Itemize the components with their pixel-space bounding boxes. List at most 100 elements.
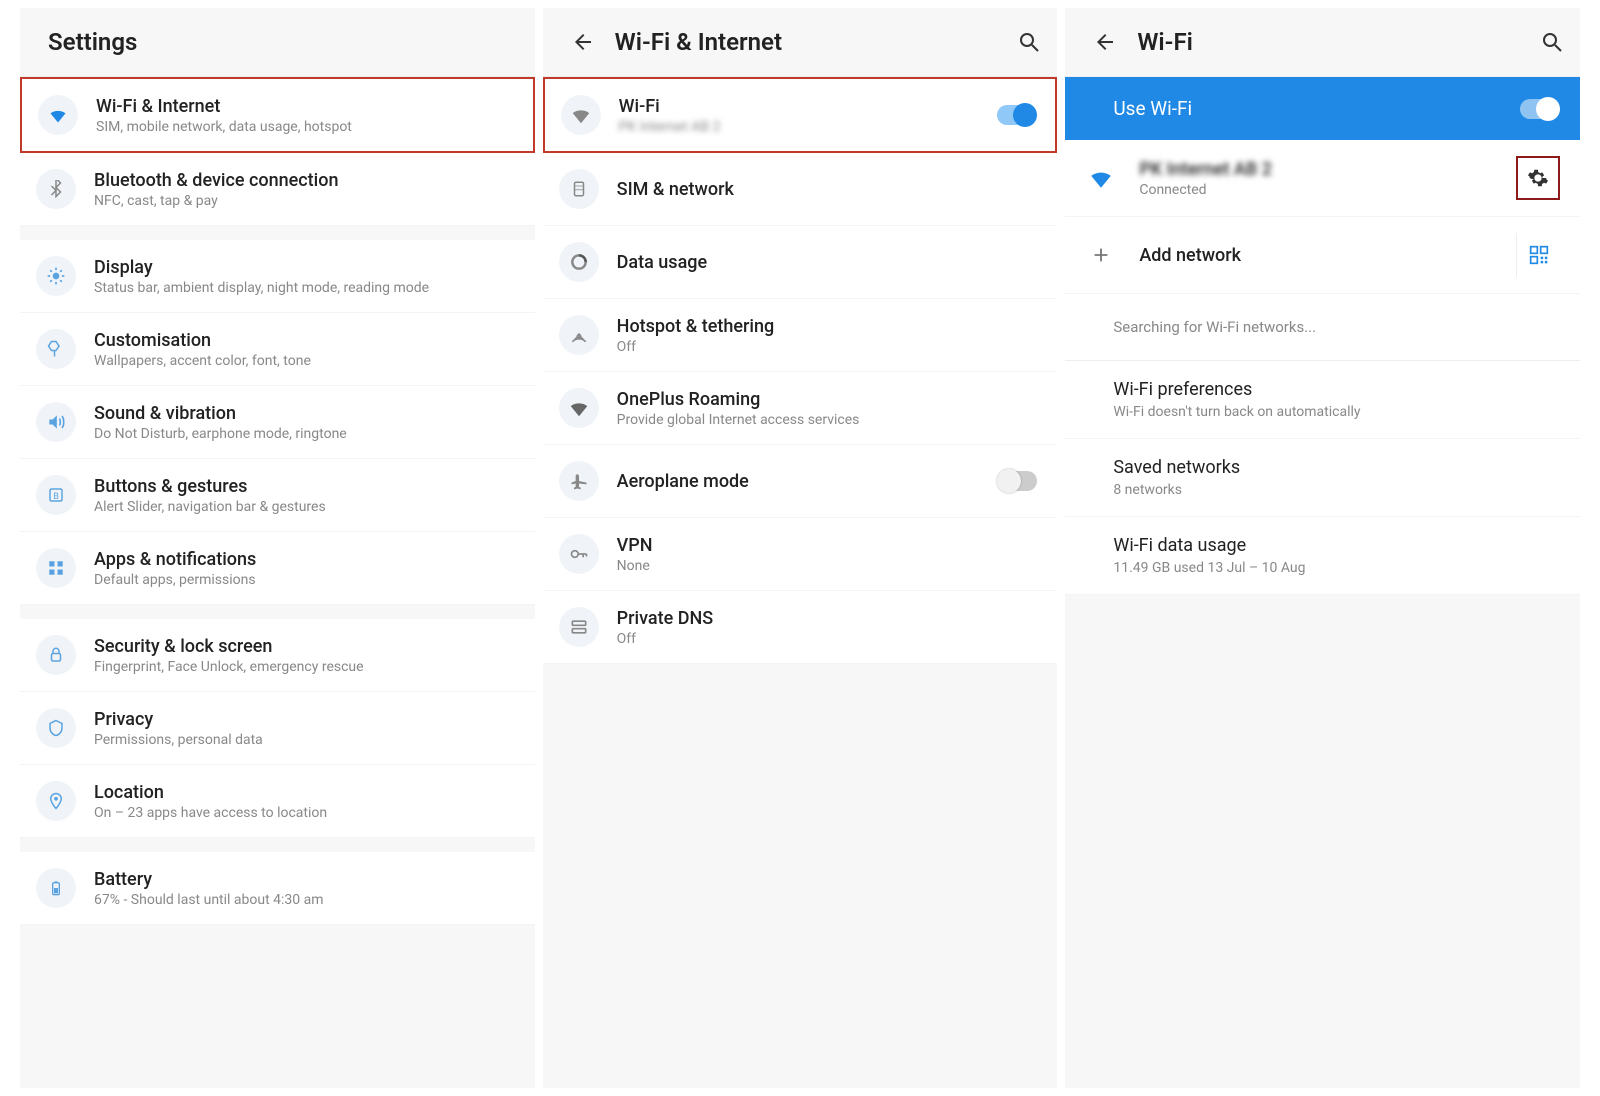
buttons-icon: B <box>36 475 76 515</box>
wifi-preferences-row[interactable]: Wi-Fi preferences Wi-Fi doesn't turn bac… <box>1065 361 1580 439</box>
label: Wi-Fi preferences <box>1113 379 1560 400</box>
panel-wifi-internet: Wi-Fi & Internet Wi-Fi PK Internet AB 2 SI… <box>543 8 1058 1088</box>
data-usage-icon <box>559 242 599 282</box>
label: Aeroplane mode <box>617 471 982 492</box>
settings-item-bluetooth[interactable]: Bluetooth & device connection NFC, cast, … <box>20 153 535 226</box>
security-icon <box>36 635 76 675</box>
apps-icon <box>36 548 76 588</box>
connected-network-row[interactable]: PK Internet AB 2 Connected <box>1065 140 1580 217</box>
label: Buttons & gestures <box>94 476 515 497</box>
sub: On – 23 apps have access to location <box>94 805 515 821</box>
settings-item-wifi-internet[interactable]: Wi-Fi & InternetSIM, mobile network, dat… <box>20 77 535 153</box>
roaming-icon <box>559 388 599 428</box>
settings-item-sound[interactable]: Sound & vibrationDo Not Disturb, earphon… <box>20 386 535 459</box>
sub: None <box>617 558 1038 574</box>
settings-item-sim-network[interactable]: SIM & network <box>543 153 1058 226</box>
settings-item-hotspot[interactable]: Hotspot & tethering Off <box>543 299 1058 372</box>
wifi-internet-icon <box>38 95 78 135</box>
customisation-icon <box>36 329 76 369</box>
header: Settings <box>20 8 535 77</box>
sub: Wallpapers, accent color, font, tone <box>94 353 515 369</box>
settings-item-buttons[interactable]: B Buttons & gestures Alert Slider, navigat… <box>20 459 535 532</box>
label: Saved networks <box>1113 457 1560 478</box>
settings-item-roaming[interactable]: OnePlus Roaming Provide global Internet a… <box>543 372 1058 445</box>
header: Wi-Fi <box>1065 8 1580 77</box>
sub: Fingerprint, Face Unlock, emergency resc… <box>94 659 515 675</box>
wifi-data-usage-row[interactable]: Wi-Fi data usage 11.49 GB used 13 Jul – … <box>1065 517 1580 595</box>
label: Wi-Fi <box>619 96 980 117</box>
label: Security & lock screen <box>94 636 515 657</box>
wifi-switch[interactable] <box>997 105 1035 125</box>
label: Battery <box>94 869 515 890</box>
settings-item-security[interactable]: Security & lock screen Fingerprint, Face … <box>20 619 535 692</box>
sub: Permissions, personal data <box>94 732 515 748</box>
label: Hotspot & tethering <box>617 316 1038 337</box>
settings-item-battery[interactable]: Battery 67% - Should last until about 4:3… <box>20 852 535 925</box>
add-network-row[interactable]: Add network <box>1065 217 1580 294</box>
sub: PK Internet AB 2 <box>619 119 980 135</box>
sim-network-icon <box>559 169 599 209</box>
search-icon[interactable] <box>1540 30 1564 54</box>
settings-item-apps[interactable]: Apps & notifications Default apps, permis… <box>20 532 535 605</box>
label: SIM & network <box>617 179 1038 200</box>
settings-item-privacy[interactable]: Privacy Permissions, personal data <box>20 692 535 765</box>
sub: Off <box>617 339 1038 355</box>
wifi-icon <box>561 95 601 135</box>
searching-status: Searching for Wi-Fi networks... <box>1065 294 1580 361</box>
plus-icon <box>1081 235 1121 275</box>
bluetooth-icon <box>36 169 76 209</box>
page-title: Wi-Fi <box>1137 28 1520 56</box>
use-wifi-toggle-bar[interactable]: Use Wi-Fi <box>1065 77 1580 140</box>
header: Wi-Fi & Internet <box>543 8 1058 77</box>
use-wifi-label: Use Wi-Fi <box>1113 97 1502 120</box>
vpn-icon <box>559 534 599 574</box>
settings-item-vpn[interactable]: VPN None <box>543 518 1058 591</box>
settings-item-data-usage[interactable]: Data usage <box>543 226 1058 299</box>
location-icon <box>36 781 76 821</box>
sub: Wi-Fi doesn't turn back on automatically <box>1113 404 1560 420</box>
aeroplane-icon <box>559 461 599 501</box>
sub: Alert Slider, navigation bar & gestures <box>94 499 515 515</box>
privacy-icon <box>36 708 76 748</box>
label: Sound & vibration <box>94 403 515 424</box>
display-icon <box>36 256 76 296</box>
page-title: Wi-Fi & Internet <box>615 28 998 56</box>
settings-item-private-dns[interactable]: Private DNSOff <box>543 591 1058 664</box>
network-status: Connected <box>1139 182 1498 198</box>
panel-settings: Settings Wi-Fi & InternetSIM, mobile net… <box>20 8 535 1088</box>
sub: Default apps, permissions <box>94 572 515 588</box>
sub: Off <box>617 631 1038 647</box>
label: OnePlus Roaming <box>617 389 1038 410</box>
settings-item-wifi[interactable]: Wi-Fi PK Internet AB 2 <box>543 77 1058 153</box>
aeroplane-switch[interactable] <box>999 471 1037 491</box>
sub: 67% - Should last until about 4:30 am <box>94 892 515 908</box>
sub: 11.49 GB used 13 Jul – 10 Aug <box>1113 560 1560 576</box>
saved-networks-row[interactable]: Saved networks 8 networks <box>1065 439 1580 517</box>
sound-icon <box>36 402 76 442</box>
back-icon[interactable] <box>571 30 595 54</box>
label: Apps & notifications <box>94 549 515 570</box>
back-icon[interactable] <box>1093 30 1117 54</box>
network-name: PK Internet AB 2 <box>1139 159 1498 180</box>
settings-item-location[interactable]: Location On – 23 apps have access to loca… <box>20 765 535 838</box>
settings-item-display[interactable]: DisplayStatus bar, ambient display, nigh… <box>20 240 535 313</box>
label: Data usage <box>617 252 1038 273</box>
search-icon[interactable] <box>1017 30 1041 54</box>
label: VPN <box>617 535 1038 556</box>
settings-item-aeroplane[interactable]: Aeroplane mode <box>543 445 1058 518</box>
svg-text:B: B <box>53 492 59 502</box>
private-dns-icon <box>559 607 599 647</box>
sub: Provide global Internet access services <box>617 412 1038 428</box>
settings-item-customisation[interactable]: CustomisationWallpapers, accent color, f… <box>20 313 535 386</box>
sub: NFC, cast, tap & pay <box>94 193 515 209</box>
sub: 8 networks <box>1113 482 1560 498</box>
sub: Status bar, ambient display, night mode,… <box>94 280 515 296</box>
wifi-icon <box>1081 158 1121 198</box>
use-wifi-switch[interactable] <box>1520 99 1558 119</box>
label: Bluetooth & device connection <box>94 170 515 191</box>
label: Location <box>94 782 515 803</box>
label: Privacy <box>94 709 515 730</box>
qr-scan-icon[interactable] <box>1516 233 1560 277</box>
network-settings-gear-icon[interactable] <box>1516 156 1560 200</box>
sub: SIM, mobile network, data usage, hotspot <box>96 119 513 135</box>
